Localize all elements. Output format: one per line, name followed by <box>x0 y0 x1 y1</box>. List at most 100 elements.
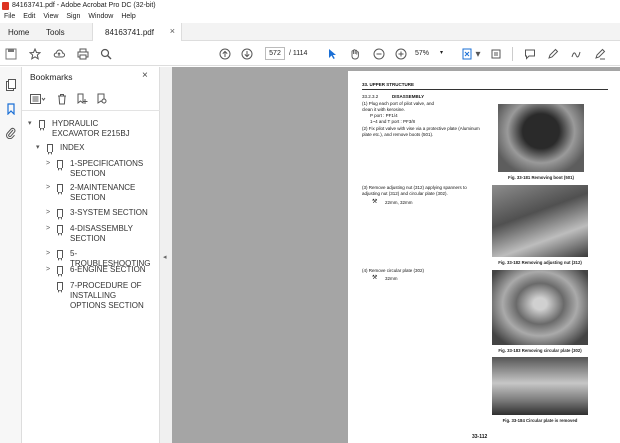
bookmark-item[interactable]: > 6-ENGINE SECTION <box>46 265 156 277</box>
delete-icon[interactable] <box>56 93 68 105</box>
hand-tool-icon[interactable] <box>348 47 362 61</box>
zoom-out-icon[interactable] <box>372 47 386 61</box>
bookmark-label: 2-MAINTENANCE SECTION <box>70 183 136 202</box>
menu-sign[interactable]: Sign <box>66 13 80 20</box>
close-icon[interactable]: × <box>170 26 175 36</box>
bookmark-label: INDEX <box>60 143 85 152</box>
menu-file[interactable]: File <box>4 13 15 20</box>
step-4-tool-size: 32mm <box>385 276 398 281</box>
tab-home[interactable]: Home <box>8 23 29 41</box>
previous-page-icon[interactable] <box>218 47 232 61</box>
scroll-mode-icon[interactable] <box>489 47 503 61</box>
chevron-right-icon[interactable]: > <box>46 208 50 218</box>
figure-photo-circular-plate <box>492 270 588 345</box>
draw-icon[interactable] <box>569 47 583 61</box>
chevron-left-icon: ◂ <box>163 254 167 261</box>
highlight-pen-icon[interactable] <box>546 47 560 61</box>
header-rule <box>362 89 608 90</box>
menu-help[interactable]: Help <box>121 13 135 20</box>
figure-photo-boot <box>498 104 584 172</box>
figure-caption: Fig. 33-181 Removing boot (501) <box>508 175 574 180</box>
bookmark-label: 4-DISASSEMBLY SECTION <box>70 224 133 243</box>
bookmark-item[interactable]: ▾ HYDRAULIC EXCAVATOR E215BJ <box>28 119 158 141</box>
figure-photo-adjusting-nut <box>492 185 588 257</box>
step-2-text: (2) Fix pilot valve with vise via a prot… <box>362 126 480 137</box>
wrench-icon: ⚒ <box>372 199 378 205</box>
bookmarks-title: Bookmarks <box>30 72 73 82</box>
bookmark-icon <box>57 282 63 293</box>
tab-document[interactable]: 84163741.pdf × <box>92 23 182 41</box>
select-arrow-icon[interactable] <box>325 47 339 61</box>
subsection-number: 33.2.3.2 <box>362 94 379 99</box>
step-3-text: (3) Remove adjusting nut (312) applying … <box>362 185 467 196</box>
step-3-tool-size: 22mm, 32mm <box>385 200 413 205</box>
print-icon[interactable] <box>76 47 90 61</box>
page-total: / 1114 <box>289 50 308 57</box>
step-1-p-port: P port : PF1/4 <box>370 113 398 118</box>
bookmark-item[interactable]: > 2-MAINTENANCE SECTION <box>46 183 156 205</box>
next-page-icon[interactable] <box>240 47 254 61</box>
bookmark-item[interactable]: > 1-SPECIFICATIONS SECTION <box>46 159 156 181</box>
bookmark-item[interactable]: 7-PROCEDURE OF INSTALLING OPTIONS SECTIO… <box>46 281 156 315</box>
tab-bar: Home Tools 84163741.pdf × <box>0 23 620 41</box>
pages-icon[interactable] <box>5 79 17 91</box>
zoom-in-icon[interactable] <box>394 47 408 61</box>
pdf-page: 33. UPPER STRUCTURE 33.2.3.2 DISASSEMBLY… <box>348 71 620 443</box>
bookmark-panel-icon[interactable] <box>5 103 17 116</box>
subsection-title: DISASSEMBLY <box>392 94 425 99</box>
bookmark-item[interactable]: > 4-DISASSEMBLY SECTION <box>46 224 156 246</box>
tab-document-label: 84163741.pdf <box>105 27 154 37</box>
menu-window[interactable]: Window <box>88 13 113 20</box>
new-bookmark-icon[interactable] <box>76 93 88 105</box>
options-menu-icon[interactable] <box>30 93 46 105</box>
panel-collapse-handle[interactable]: ◂ <box>160 67 172 443</box>
wrench-icon: ⚒ <box>372 275 378 281</box>
attachment-icon[interactable] <box>5 127 17 140</box>
panel-divider <box>22 110 160 111</box>
chevron-down-icon[interactable]: ▾ <box>36 143 40 153</box>
chevron-down-icon[interactable]: ▾ <box>474 47 482 61</box>
comment-icon[interactable] <box>523 47 537 61</box>
menu-edit[interactable]: Edit <box>23 13 35 20</box>
figure-caption: Fig. 33-184 Circular plate is removed <box>502 418 578 423</box>
tab-tools[interactable]: Tools <box>46 23 65 41</box>
chevron-right-icon[interactable]: > <box>46 183 50 193</box>
bookmark-icon <box>57 266 63 277</box>
page-number: 33-112 <box>472 434 488 440</box>
fill-sign-icon[interactable] <box>593 47 607 61</box>
bookmark-label: 6-ENGINE SECTION <box>70 265 146 274</box>
menu-bar: File Edit View Sign Window Help <box>0 11 620 22</box>
close-icon[interactable]: × <box>142 70 148 81</box>
upload-cloud-icon[interactable] <box>52 47 66 61</box>
figure-caption: Fig. 33-182 Removing adjusting nut (312) <box>498 260 582 265</box>
navigation-rail <box>0 67 22 443</box>
window-title: 84163741.pdf - Adobe Acrobat Pro DC (32-… <box>12 2 156 9</box>
chevron-right-icon[interactable]: > <box>46 224 50 234</box>
chevron-right-icon[interactable]: > <box>46 265 50 275</box>
bookmark-icon <box>57 184 63 195</box>
page-number-input[interactable]: 572 <box>265 47 285 60</box>
bookmark-item[interactable]: > 5-TROUBLESHOOTING <box>46 249 156 268</box>
chevron-right-icon[interactable]: > <box>46 159 50 169</box>
bookmark-item[interactable]: ▾ INDEX <box>36 143 158 155</box>
page-section-header: 33. UPPER STRUCTURE <box>362 82 415 87</box>
save-icon[interactable] <box>4 47 18 61</box>
zoom-level-select[interactable]: 57% ▾ <box>415 47 443 60</box>
chevron-right-icon[interactable]: > <box>46 249 50 259</box>
chevron-down-icon: ▾ <box>439 50 443 56</box>
menu-view[interactable]: View <box>43 13 58 20</box>
toolbar-divider <box>512 47 513 61</box>
bookmark-label: 1-SPECIFICATIONS SECTION <box>70 159 144 178</box>
bookmark-item[interactable]: > 3-SYSTEM SECTION <box>46 208 156 220</box>
find-icon[interactable] <box>99 47 113 61</box>
star-icon[interactable] <box>28 47 42 61</box>
title-bar: 84163741.pdf - Adobe Acrobat Pro DC (32-… <box>0 0 620 11</box>
bookmark-icon <box>39 120 45 131</box>
figure-caption: Fig. 33-183 Removing circular plate (302… <box>498 348 582 353</box>
bookmark-label: 3-SYSTEM SECTION <box>70 208 148 217</box>
document-viewer[interactable]: 33. UPPER STRUCTURE 33.2.3.2 DISASSEMBLY… <box>172 67 620 443</box>
chevron-down-icon[interactable]: ▾ <box>28 119 32 129</box>
page-fit-icon[interactable] <box>460 47 474 61</box>
acrobat-icon <box>2 1 9 10</box>
find-bookmark-icon[interactable] <box>96 93 108 105</box>
